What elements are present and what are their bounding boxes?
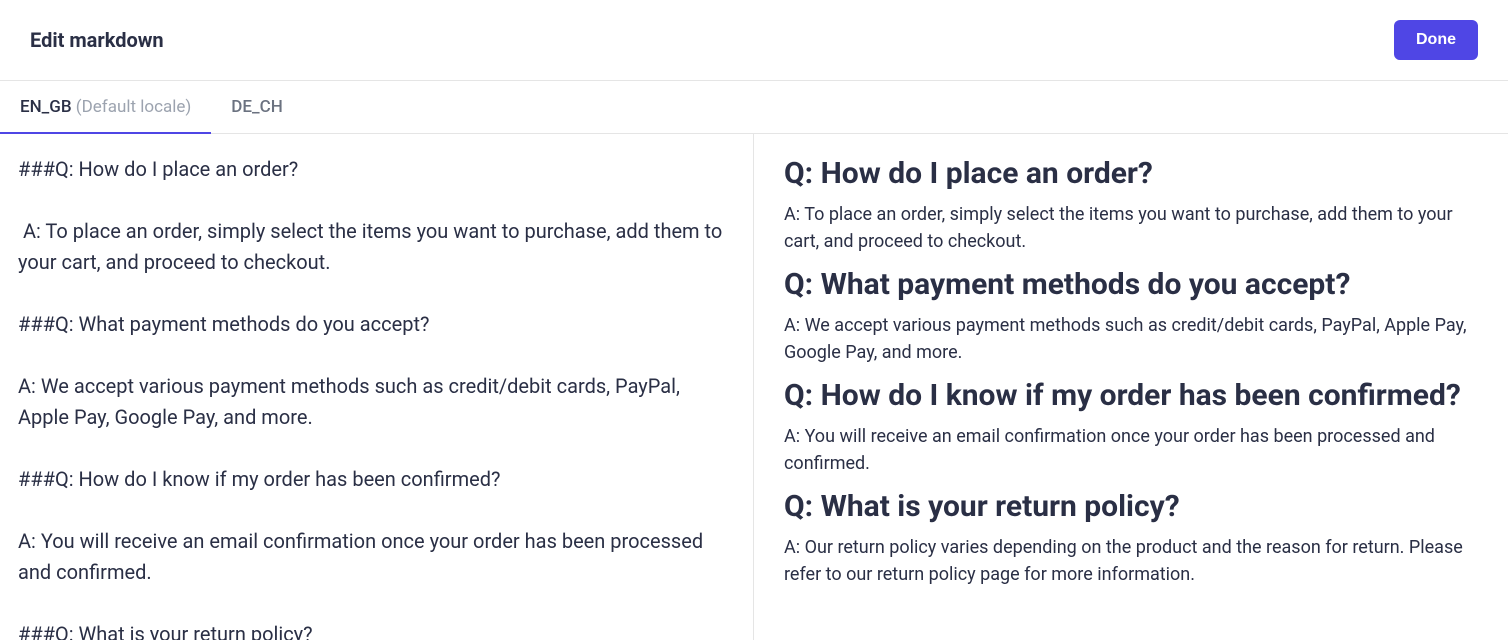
markdown-source-input[interactable]: ###Q: How do I place an order? A: To pla…: [18, 154, 733, 640]
locale-tabs: EN_GB (Default locale) DE_CH: [0, 81, 1508, 134]
preview-heading: Q: What is your return policy?: [784, 487, 1478, 526]
preview-heading: Q: What payment methods do you accept?: [784, 265, 1478, 304]
preview-heading: Q: How do I know if my order has been co…: [784, 376, 1478, 415]
preview-body: A: You will receive an email confirmatio…: [784, 423, 1478, 477]
page-title: Edit markdown: [30, 28, 164, 52]
tab-de-ch[interactable]: DE_CH: [211, 81, 302, 133]
tab-label: DE_CH: [231, 97, 282, 117]
tab-suffix: (Default locale): [72, 97, 192, 117]
tab-label: EN_GB: [20, 97, 72, 117]
preview-heading: Q: How do I place an order?: [784, 154, 1478, 193]
preview-body: A: To place an order, simply select the …: [784, 201, 1478, 255]
tab-en-gb[interactable]: EN_GB (Default locale): [0, 81, 211, 133]
editor-container: ###Q: How do I place an order? A: To pla…: [0, 134, 1508, 640]
header: Edit markdown Done: [0, 0, 1508, 81]
preview-body: A: We accept various payment methods suc…: [784, 312, 1478, 366]
preview-body: A: Our return policy varies depending on…: [784, 534, 1478, 588]
done-button[interactable]: Done: [1394, 20, 1478, 60]
markdown-preview-pane: Q: How do I place an order? A: To place …: [754, 134, 1508, 640]
markdown-editor-pane: ###Q: How do I place an order? A: To pla…: [0, 134, 754, 640]
